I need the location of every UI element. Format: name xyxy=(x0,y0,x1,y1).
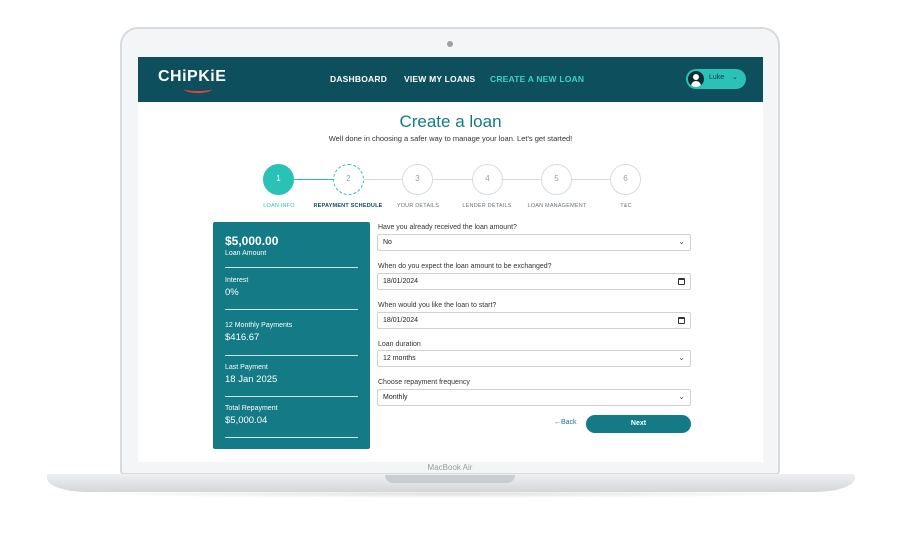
summary-divider xyxy=(225,437,358,438)
start-date-value: 18/01/2024 xyxy=(383,317,419,324)
step-connector xyxy=(572,179,611,180)
loan-summary-card: $5,000.00 Loan Amount Interest 0% 12 Mon… xyxy=(213,222,370,449)
next-button[interactable]: Next xyxy=(586,415,691,433)
exchange-date-label: When do you expect the loan amount to be… xyxy=(378,263,552,270)
duration-select[interactable]: 12 months ⌄ xyxy=(377,350,691,367)
nav-dashboard[interactable]: DASHBOARD xyxy=(330,74,387,84)
step-5-circle[interactable]: 5 xyxy=(541,164,572,195)
calendar-icon[interactable] xyxy=(678,317,685,324)
monthly-payments-value: $416.67 xyxy=(225,332,260,343)
loan-amount-label: Loan Amount xyxy=(225,250,267,257)
summary-divider xyxy=(225,396,358,397)
frequency-label: Choose repayment frequency xyxy=(378,379,470,386)
step-connector xyxy=(433,179,473,180)
step-6-circle[interactable]: 6 xyxy=(610,164,641,195)
interest-label: Interest xyxy=(225,277,249,284)
step-3-circle[interactable]: 3 xyxy=(402,164,433,195)
step-1-circle[interactable]: 1 xyxy=(263,164,294,195)
duration-value: 12 months xyxy=(383,355,416,362)
chevron-down-icon: ⌄ xyxy=(732,74,738,81)
summary-divider xyxy=(225,309,358,310)
last-payment-label: Last Payment xyxy=(225,364,268,371)
chevron-down-icon: ⌄ xyxy=(678,237,685,246)
received-value: No xyxy=(383,239,392,246)
exchange-date-input[interactable]: 18/01/2024 xyxy=(377,273,691,290)
brand-logo[interactable]: CHiPKiE xyxy=(158,68,226,86)
start-date-input[interactable]: 18/01/2024 xyxy=(377,312,691,329)
interest-value: 0% xyxy=(225,287,239,298)
app-screen: CHiPKiE DASHBOARD VIEW MY LOANS CREATE A… xyxy=(138,57,763,462)
last-payment-value: 18 Jan 2025 xyxy=(225,374,278,385)
exchange-date-value: 18/01/2024 xyxy=(383,278,419,285)
chevron-down-icon: ⌄ xyxy=(678,353,685,362)
frequency-value: Monthly xyxy=(383,394,408,401)
received-select[interactable]: No ⌄ xyxy=(377,234,691,251)
back-button[interactable]: ←Back xyxy=(554,419,577,426)
logo-swoosh-icon xyxy=(184,85,212,93)
page-subtitle: Well done in choosing a safer way to man… xyxy=(328,134,573,143)
user-avatar-icon xyxy=(688,71,704,87)
page-title: Create a loan xyxy=(399,112,502,131)
step-connector xyxy=(294,179,334,180)
total-repayment-label: Total Repayment xyxy=(225,405,278,412)
camera-dot xyxy=(447,41,453,47)
received-label: Have you already received the loan amoun… xyxy=(378,224,517,231)
step-6-label: T&C xyxy=(620,203,632,209)
summary-last-payment: Last Payment 18 Jan 2025 xyxy=(225,364,358,385)
monthly-payments-label: 12 Monthly Payments xyxy=(225,322,293,329)
step-connector xyxy=(364,179,403,180)
calendar-icon[interactable] xyxy=(678,278,685,285)
summary-monthly: 12 Monthly Payments $416.67 xyxy=(225,322,358,343)
step-4-circle[interactable]: 4 xyxy=(472,164,503,195)
step-connector xyxy=(503,179,542,180)
top-navbar: CHiPKiE DASHBOARD VIEW MY LOANS CREATE A… xyxy=(138,57,763,102)
device-label: MacBook Air xyxy=(427,463,473,472)
nav-create-new-loan[interactable]: CREATE A NEW LOAN xyxy=(490,74,584,84)
chevron-down-icon: ⌄ xyxy=(678,392,685,401)
summary-loan-amount: $5,000.00 Loan Amount xyxy=(225,234,358,257)
loan-amount-value: $5,000.00 xyxy=(225,234,279,248)
summary-divider xyxy=(225,267,358,268)
summary-total: Total Repayment $5,000.04 xyxy=(225,405,358,426)
total-repayment-value: $5,000.04 xyxy=(225,415,268,426)
step-2-circle[interactable]: 2 xyxy=(333,164,364,195)
user-menu-button[interactable]: Luke ⌄ xyxy=(686,69,746,89)
duration-label: Loan duration xyxy=(378,341,421,348)
summary-interest: Interest 0% xyxy=(225,277,358,298)
summary-divider xyxy=(225,355,358,356)
laptop-notch xyxy=(385,475,515,483)
start-date-label: When would you like the loan to start? xyxy=(378,302,497,309)
frequency-select[interactable]: Monthly ⌄ xyxy=(377,389,691,406)
nav-view-my-loans[interactable]: VIEW MY LOANS xyxy=(404,74,475,84)
user-name: Luke xyxy=(709,74,725,81)
